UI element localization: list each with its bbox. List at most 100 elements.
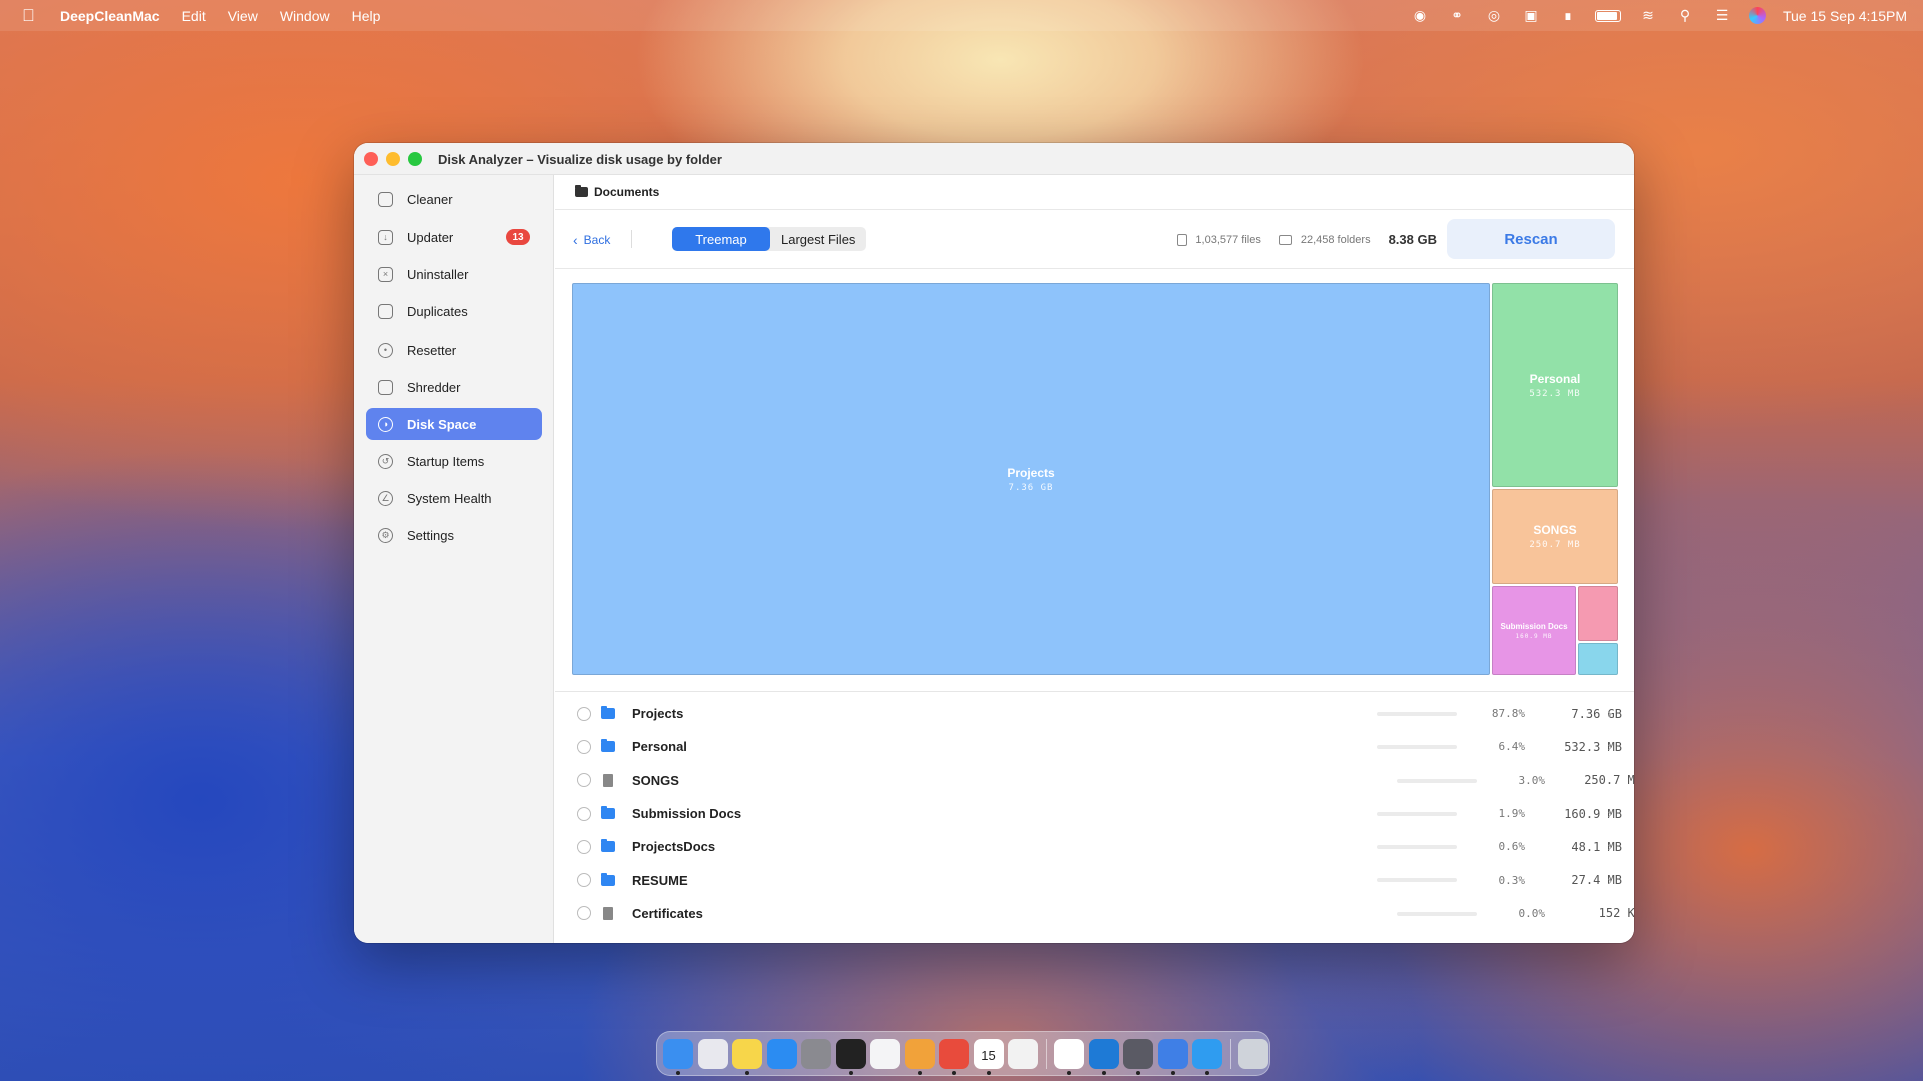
running-indicator xyxy=(1205,1070,1209,1075)
select-checkbox[interactable] xyxy=(577,706,591,721)
tab-largest-files[interactable]: Largest Files xyxy=(770,227,866,251)
trash-icon xyxy=(378,191,393,207)
sidebar-item-label: Disk Space xyxy=(407,416,477,432)
system-settings-icon[interactable] xyxy=(801,1038,831,1069)
chevron-right-icon[interactable]: › xyxy=(1608,839,1612,854)
vscode-icon[interactable] xyxy=(1088,1038,1119,1075)
chevron-right-icon[interactable]: › xyxy=(1608,706,1612,721)
list-item[interactable]: SONGS 3.0% 250.7 MB xyxy=(555,764,1634,797)
item-name: Personal xyxy=(632,739,687,755)
list-item[interactable]: ProjectsDocs 0.6% 48.1 MB › xyxy=(555,830,1634,863)
battery-icon[interactable] xyxy=(1594,9,1621,22)
creative-cloud-icon[interactable]: ⚭ xyxy=(1447,7,1467,24)
siri-icon[interactable] xyxy=(1748,7,1766,24)
select-checkbox[interactable] xyxy=(577,906,591,921)
shredder-icon xyxy=(378,379,393,395)
tile-size: 160.9 MB xyxy=(1515,632,1553,640)
list-item[interactable]: Certificates 0.0% 152 KB xyxy=(555,897,1634,930)
menu-edit[interactable]: Edit xyxy=(182,8,206,24)
control-center-icon[interactable]: ☰ xyxy=(1712,7,1732,24)
back-label: Back xyxy=(583,233,611,247)
menu-bar:  DeepCleanMac Edit View Window Help ◉ ⚭… xyxy=(0,0,1923,31)
spotlight-search-icon[interactable]: ⚲ xyxy=(1675,7,1695,24)
finder-icon[interactable] xyxy=(663,1038,693,1075)
folders-count: 22,458 folders xyxy=(1300,233,1371,246)
sidebar-item-duplicates[interactable]: Duplicates xyxy=(366,295,542,327)
select-checkbox[interactable] xyxy=(577,806,591,821)
list-item[interactable]: RESUME 0.3% 27.4 MB › xyxy=(555,863,1634,896)
menu-window[interactable]: Window xyxy=(280,8,330,24)
disk-analyzer-window: Disk Analyzer – Visualize disk usage by … xyxy=(354,143,1634,943)
menu-clock[interactable]: Tue 15 Sep 4:15PM xyxy=(1783,8,1907,24)
display-icon[interactable]: ▣ xyxy=(1521,7,1541,24)
disk-utility-icon[interactable] xyxy=(904,1038,935,1075)
select-checkbox[interactable] xyxy=(577,739,591,754)
bluetooth-icon[interactable]: ∎ xyxy=(1558,7,1578,24)
sidebar-item-updater[interactable]: ↓ Updater 13 xyxy=(366,221,542,253)
back-button[interactable]: ‹ Back xyxy=(573,232,610,248)
calendar-day: 15 xyxy=(981,1047,996,1063)
sidebar-item-system-health[interactable]: ∠ System Health xyxy=(366,482,542,514)
minimize-window-button[interactable] xyxy=(386,152,400,166)
treemap-tile-submission-docs[interactable]: Submission Docs 160.9 MB xyxy=(1492,586,1576,675)
list-item[interactable]: Projects 87.8% 7.36 GB › xyxy=(555,697,1634,730)
file-icon xyxy=(603,773,613,787)
tile-name: SONGS xyxy=(1533,523,1577,537)
menu-view[interactable]: View xyxy=(228,8,258,24)
sidebar-item-resetter[interactable]: • Resetter xyxy=(366,334,542,366)
apple-menu-icon[interactable]:  xyxy=(22,6,40,26)
treemap-tile-songs[interactable]: SONGS 250.7 MB xyxy=(1492,489,1618,584)
launchpad-icon[interactable] xyxy=(697,1038,728,1069)
app-store-icon[interactable] xyxy=(766,1038,797,1069)
deepcleanmac-icon[interactable] xyxy=(1157,1038,1188,1075)
reminders-icon[interactable] xyxy=(870,1038,900,1069)
list-item[interactable]: Personal 6.4% 532.3 MB › xyxy=(555,730,1634,763)
usage-bar xyxy=(1377,878,1457,883)
menu-app-name[interactable]: DeepCleanMac xyxy=(60,8,160,24)
title-bar: Disk Analyzer – Visualize disk usage by … xyxy=(354,143,1634,175)
calendar-icon[interactable]: 15 xyxy=(973,1038,1004,1075)
notes-icon[interactable] xyxy=(732,1038,762,1075)
list-divider xyxy=(555,691,1634,692)
menu-help[interactable]: Help xyxy=(352,8,381,24)
treemap-tile-resume[interactable] xyxy=(1578,643,1618,675)
alfred-icon[interactable] xyxy=(1123,1038,1153,1075)
sidebar-item-uninstaller[interactable]: × Uninstaller xyxy=(366,258,542,290)
sidebar-item-disk-space[interactable]: ◑ Disk Space xyxy=(366,408,542,440)
zoom-window-button[interactable] xyxy=(408,152,422,166)
item-percent: 1.9% xyxy=(1498,807,1526,821)
select-checkbox[interactable] xyxy=(577,773,591,788)
airdrop-icon[interactable]: ◎ xyxy=(1484,7,1504,24)
sidebar-item-label: Updater xyxy=(407,229,454,245)
tile-name: Projects xyxy=(1007,465,1055,480)
chevron-right-icon[interactable]: › xyxy=(1608,873,1612,888)
tile-name: Personal xyxy=(1529,371,1581,386)
trash-icon[interactable] xyxy=(1238,1038,1268,1069)
headphones-icon[interactable]: ◉ xyxy=(1410,7,1430,24)
usage-bar xyxy=(1377,845,1457,850)
sidebar-item-cleaner[interactable]: Cleaner xyxy=(366,183,542,215)
sidebar-item-shredder[interactable]: Shredder xyxy=(366,371,542,403)
tab-treemap[interactable]: Treemap xyxy=(672,227,770,251)
treemap-tile-projects[interactable]: Projects 7.36 GB xyxy=(572,283,1490,675)
rescan-button[interactable]: Rescan xyxy=(1447,219,1615,259)
select-checkbox[interactable] xyxy=(577,873,591,888)
sidebar-item-settings[interactable]: ⚙ Settings xyxy=(366,519,542,551)
safari-icon[interactable] xyxy=(1192,1038,1222,1075)
chevron-right-icon[interactable]: › xyxy=(1608,806,1612,821)
select-checkbox[interactable] xyxy=(577,839,591,854)
slack-icon[interactable] xyxy=(1054,1038,1084,1075)
current-folder-name[interactable]: Documents xyxy=(594,185,659,199)
close-window-button[interactable] xyxy=(364,152,378,166)
list-item[interactable]: Submission Docs 1.9% 160.9 MB › xyxy=(555,797,1634,830)
activity-monitor-icon[interactable] xyxy=(1008,1038,1038,1069)
running-indicator xyxy=(986,1070,991,1075)
sidebar-item-startup-items[interactable]: ↺ Startup Items xyxy=(366,445,542,477)
chevron-right-icon[interactable]: › xyxy=(1608,739,1612,754)
terminal-icon[interactable] xyxy=(835,1038,866,1075)
chrome-icon[interactable] xyxy=(939,1038,969,1075)
treemap-tile-projectsdocs[interactable] xyxy=(1578,586,1618,641)
running-indicator xyxy=(1067,1070,1071,1075)
treemap-tile-personal[interactable]: Personal 532.3 MB xyxy=(1492,283,1618,487)
wifi-icon[interactable]: ≋ xyxy=(1638,7,1658,24)
